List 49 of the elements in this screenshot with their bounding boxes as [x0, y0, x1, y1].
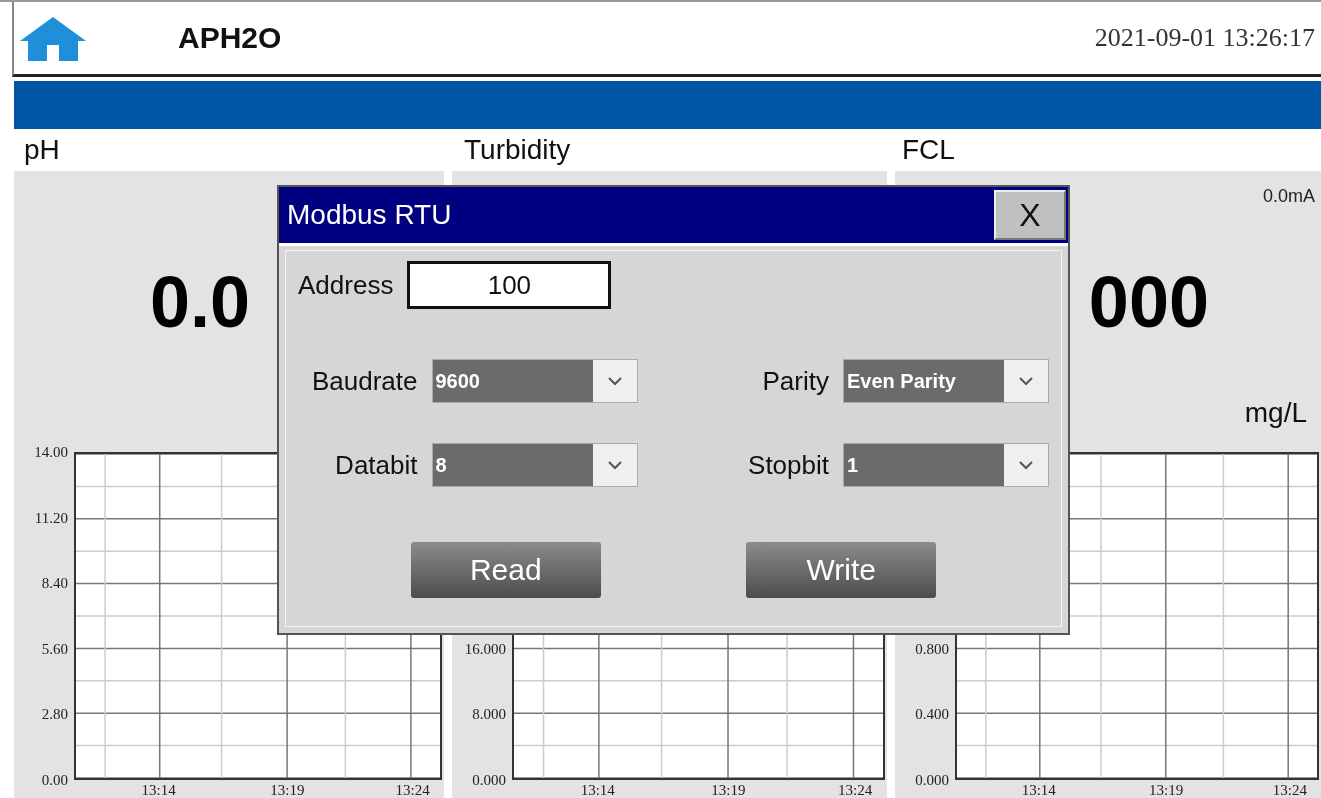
axis-label: 13:24	[1272, 782, 1307, 798]
axis-label: 13:19	[711, 782, 746, 798]
app-title: APH2O	[178, 21, 282, 55]
field-label: Parity	[762, 365, 829, 397]
home-icon[interactable]	[18, 15, 88, 61]
axis-label: 8.000	[471, 705, 506, 723]
sensor-value: 000	[1088, 261, 1209, 343]
field-label: Stopbit	[748, 449, 829, 481]
axis-label: 16.000	[463, 640, 506, 658]
unit-label: mg/L	[1244, 397, 1307, 430]
action-button[interactable]: Write	[746, 542, 937, 598]
chevron-down-icon	[606, 376, 623, 386]
axis-label: 13:14	[1021, 782, 1056, 798]
sensor-value: 0.0	[150, 261, 251, 343]
address-field[interactable]: 100	[407, 261, 612, 309]
close-button[interactable]: X	[994, 190, 1066, 240]
axis-label: 5.60	[40, 640, 68, 658]
dialog-title: Modbus RTU	[287, 199, 452, 231]
chevron-down-icon	[1018, 460, 1034, 470]
field-label: Baudrate	[311, 365, 418, 397]
axis-label: 13:24	[838, 782, 873, 798]
current-reading: 0.0mA	[1262, 186, 1315, 207]
axis-label: 13:19	[270, 782, 305, 798]
dropdown[interactable]: 1	[843, 443, 1049, 487]
dropdown[interactable]: 9600	[431, 359, 638, 403]
action-button[interactable]: Read	[410, 542, 601, 598]
axis-label: 8.40	[40, 574, 68, 592]
field-label: Databit	[335, 449, 418, 481]
chevron-down-icon	[606, 460, 623, 470]
axis-label: 13:14	[141, 782, 176, 798]
field-label: Address	[298, 269, 394, 301]
panel-label: pH	[24, 134, 60, 166]
axis-label: 11.20	[33, 509, 68, 527]
axis-label: 0.00	[40, 771, 68, 789]
axis-label: 13:14	[580, 782, 615, 798]
panel-label: Turbidity	[464, 134, 571, 166]
axis-label: 0.800	[914, 640, 949, 658]
axis-label: 2.80	[40, 705, 68, 723]
date-time: 2021-09-01 13:26:17	[1094, 23, 1315, 53]
axis-label: 0.400	[914, 705, 949, 723]
chevron-down-icon	[1018, 376, 1034, 386]
axis-label: 13:19	[1149, 782, 1184, 798]
axis-label: 0.000	[471, 771, 506, 789]
axis-label: 0.000	[914, 771, 949, 789]
panel-label: FCL	[902, 134, 955, 166]
axis-label: 13:24	[395, 782, 430, 798]
dropdown[interactable]: Even Parity	[843, 359, 1049, 403]
dropdown[interactable]: 8	[431, 443, 638, 487]
axis-label: 14.00	[33, 443, 68, 461]
